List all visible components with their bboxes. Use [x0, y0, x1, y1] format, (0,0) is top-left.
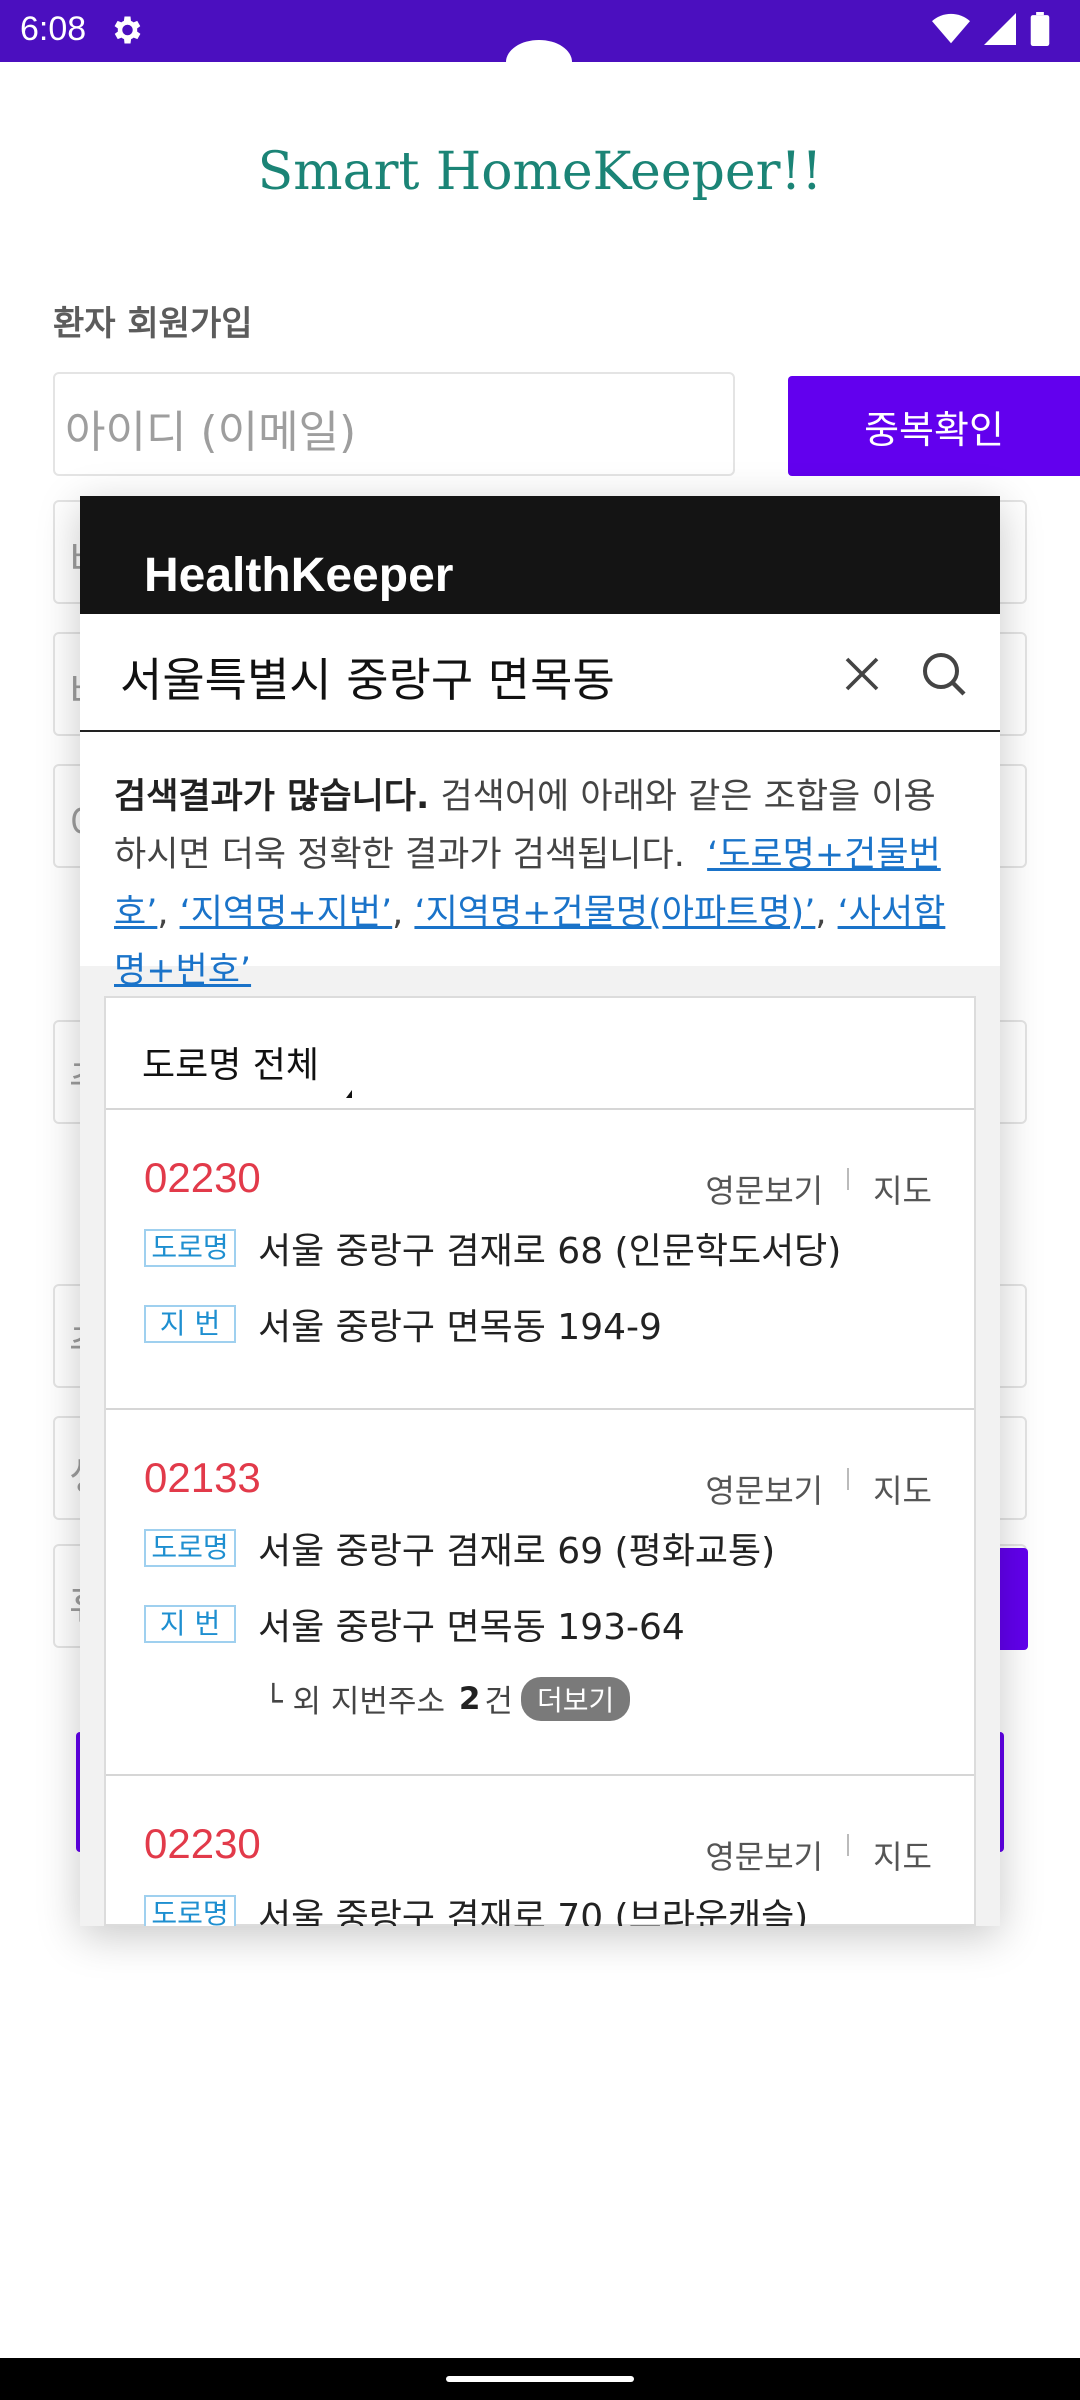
link-divider: [847, 1468, 850, 1490]
link-divider: [847, 1834, 850, 1856]
road-address-row: 도로명 서울 중랑구 겸재로 69 (평화교통): [144, 1522, 775, 1574]
lot-address-row: 지 번 서울 중랑구 면목동 193-64: [144, 1598, 685, 1650]
road-address[interactable]: 서울 중랑구 겸재로 68 (인문학도서당): [258, 1222, 841, 1274]
road-address-row: 도로명 서울 중랑구 겸재로 70 (브라운캐슬): [144, 1888, 808, 1926]
signal-icon: [984, 13, 1016, 45]
battery-icon: [1030, 12, 1050, 46]
road-address-row: 도로명 서울 중랑구 겸재로 68 (인문학도서당): [144, 1222, 841, 1274]
dropdown-caret-icon: [346, 1090, 352, 1098]
suggestion-region-lot[interactable]: ‘지역명+지번’: [180, 893, 393, 933]
result-links: 영문보기 지도: [705, 1832, 932, 1878]
notice-bold: 검색결과가 많습니다.: [114, 777, 430, 817]
english-view-link[interactable]: 영문보기: [705, 1466, 823, 1512]
status-time: 6:08: [20, 10, 87, 48]
search-input[interactable]: 서울특별시 중랑구 면목동: [120, 644, 615, 710]
extra-lot-row: └ 외 지번주소 2건 더보기: [264, 1676, 631, 1721]
system-nav-bar: [0, 2358, 1080, 2400]
lot-tag: 지 번: [144, 1305, 236, 1343]
extra-lot-suffix: 건: [484, 1684, 513, 1720]
result-item[interactable]: 02230 영문보기 지도 도로명 서울 중랑구 겸재로 70 (브라운캐슬): [106, 1776, 974, 1926]
map-link[interactable]: 지도: [873, 1832, 932, 1878]
map-link[interactable]: 지도: [873, 1166, 932, 1212]
section-label: 환자 회원가입: [53, 304, 253, 344]
zip-code: 02230: [144, 1820, 261, 1867]
id-email-input[interactable]: 아이디 (이메일): [53, 372, 735, 476]
app-title: Smart HomeKeeper!!: [257, 142, 823, 202]
lot-address-row: 지 번 서울 중랑구 면목동 194-9: [144, 1298, 662, 1350]
filter-label: 도로명 전체: [142, 1045, 320, 1086]
result-links: 영문보기 지도: [705, 1166, 932, 1212]
road-address[interactable]: 서울 중랑구 겸재로 69 (평화교통): [258, 1522, 775, 1574]
result-links: 영문보기 지도: [705, 1466, 932, 1512]
road-tag: 도로명: [144, 1229, 236, 1267]
duplicate-check-button[interactable]: 중복확인: [788, 376, 1080, 476]
lot-address[interactable]: 서울 중랑구 면목동 193-64: [258, 1598, 685, 1650]
road-tag: 도로명: [144, 1529, 236, 1567]
road-address[interactable]: 서울 중랑구 겸재로 70 (브라운캐슬): [258, 1888, 808, 1926]
search-notice: 검색결과가 많습니다. 검색어에 아래와 같은 조합을 이용하시면 더욱 정확한…: [80, 732, 1000, 991]
lot-address[interactable]: 서울 중랑구 면목동 194-9: [258, 1298, 662, 1350]
wifi-icon: [932, 13, 970, 44]
home-gesture-handle[interactable]: [446, 2376, 634, 2382]
popup-title: HealthKeeper: [144, 549, 454, 602]
zip-code: 02230: [144, 1154, 261, 1201]
link-divider: [847, 1168, 850, 1190]
status-bar: 6:08: [0, 0, 1080, 84]
map-link[interactable]: 지도: [873, 1466, 932, 1512]
screen: 6:08 Smart HomeKeeper!! 환자 회원가입 아이디 (이메일…: [0, 0, 1080, 2400]
extra-lot-prefix: └ 외 지번주소: [264, 1684, 445, 1720]
results-list: 도로명 전체 02230 영문보기 지도 도로명 서울 중랑구 겸재로 68 (…: [104, 996, 976, 1926]
suggestion-region-building[interactable]: ‘지역명+건물명(아파트명)’: [414, 893, 815, 933]
clear-icon[interactable]: [842, 654, 882, 694]
extra-lot-count: 2: [458, 1680, 481, 1717]
result-item[interactable]: 02133 영문보기 지도 도로명 서울 중랑구 겸재로 69 (평화교통) 지…: [106, 1410, 974, 1776]
lot-tag: 지 번: [144, 1605, 236, 1643]
address-search-bar: 서울특별시 중랑구 면목동: [80, 614, 1000, 732]
address-search-popup: HealthKeeper 서울특별시 중랑구 면목동 검색결과가 많습니다. 검…: [80, 496, 1000, 1926]
result-item[interactable]: 02230 영문보기 지도 도로명 서울 중랑구 겸재로 68 (인문학도서당)…: [106, 1110, 974, 1410]
search-icon[interactable]: [920, 650, 968, 698]
english-view-link[interactable]: 영문보기: [705, 1832, 823, 1878]
camera-notch: [506, 40, 572, 84]
english-view-link[interactable]: 영문보기: [705, 1166, 823, 1212]
road-tag: 도로명: [144, 1895, 236, 1926]
settings-gear-icon: [114, 16, 141, 44]
more-button[interactable]: 더보기: [520, 1676, 631, 1721]
road-filter-select[interactable]: 도로명 전체: [106, 998, 974, 1110]
zip-code: 02133: [144, 1454, 261, 1501]
popup-header: HealthKeeper: [80, 496, 1000, 614]
status-icons: [932, 12, 1050, 46]
